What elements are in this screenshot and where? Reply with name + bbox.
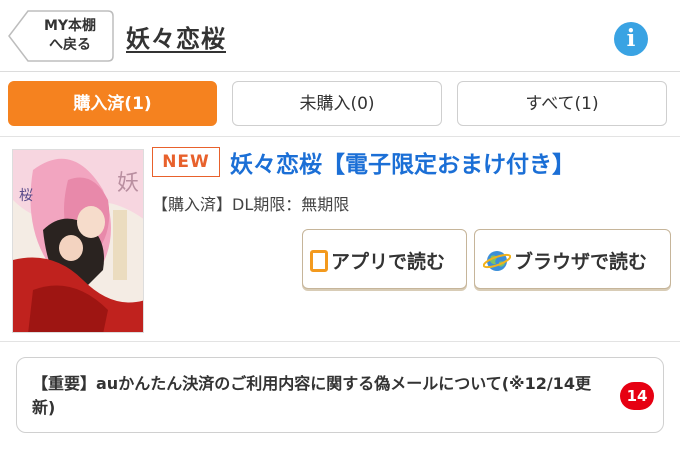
notice-text: 【重要】auかんたん決済のご利用内容に関する偽メールについて(※12/14更新) — [32, 374, 591, 417]
book-title-link[interactable]: 妖々恋桜【電子限定おまけ付き】 — [230, 145, 575, 179]
read-in-browser-label: ブラウザで読む — [514, 251, 648, 273]
back-to-bookshelf-button[interactable]: MY本棚 へ戻る — [8, 10, 114, 62]
read-in-browser-button[interactable]: ブラウザで読む — [474, 229, 671, 289]
back-label-line1: MY本棚 — [43, 18, 97, 34]
read-in-app-button[interactable]: アプリで読む — [302, 229, 467, 289]
tab-purchased[interactable]: 購入済(1) — [8, 81, 217, 126]
new-badge: NEW — [152, 147, 220, 177]
header-bar: MY本棚 へ戻る 妖々恋桜 i — [0, 0, 680, 72]
notice-count-badge: 14 — [620, 382, 654, 410]
info-icon[interactable]: i — [614, 22, 648, 56]
globe-icon — [483, 251, 511, 271]
svg-text:妖: 妖 — [117, 171, 139, 196]
svg-text:桜: 桜 — [19, 188, 33, 204]
smartphone-icon — [310, 250, 328, 272]
tab-all[interactable]: すべて(1) — [457, 81, 667, 126]
book-list-item: 妖 桜 NEW 妖々恋桜【電子限定おまけ付き】 【購入済】DL期限：無期限 アプ… — [0, 136, 680, 342]
important-notice-banner[interactable]: 【重要】auかんたん決済のご利用内容に関する偽メールについて(※12/14更新)… — [16, 357, 664, 433]
back-button-label: MY本棚 へ戻る — [30, 17, 110, 55]
tab-not-purchased[interactable]: 未購入(0) — [232, 81, 442, 126]
manga-cover-image[interactable]: 妖 桜 — [12, 149, 144, 333]
page-title: 妖々恋桜 — [126, 25, 226, 53]
purchase-status: 【購入済】DL期限：無期限 — [152, 195, 350, 214]
back-label-line2: へ戻る — [49, 37, 91, 53]
read-in-app-label: アプリで読む — [331, 251, 446, 273]
